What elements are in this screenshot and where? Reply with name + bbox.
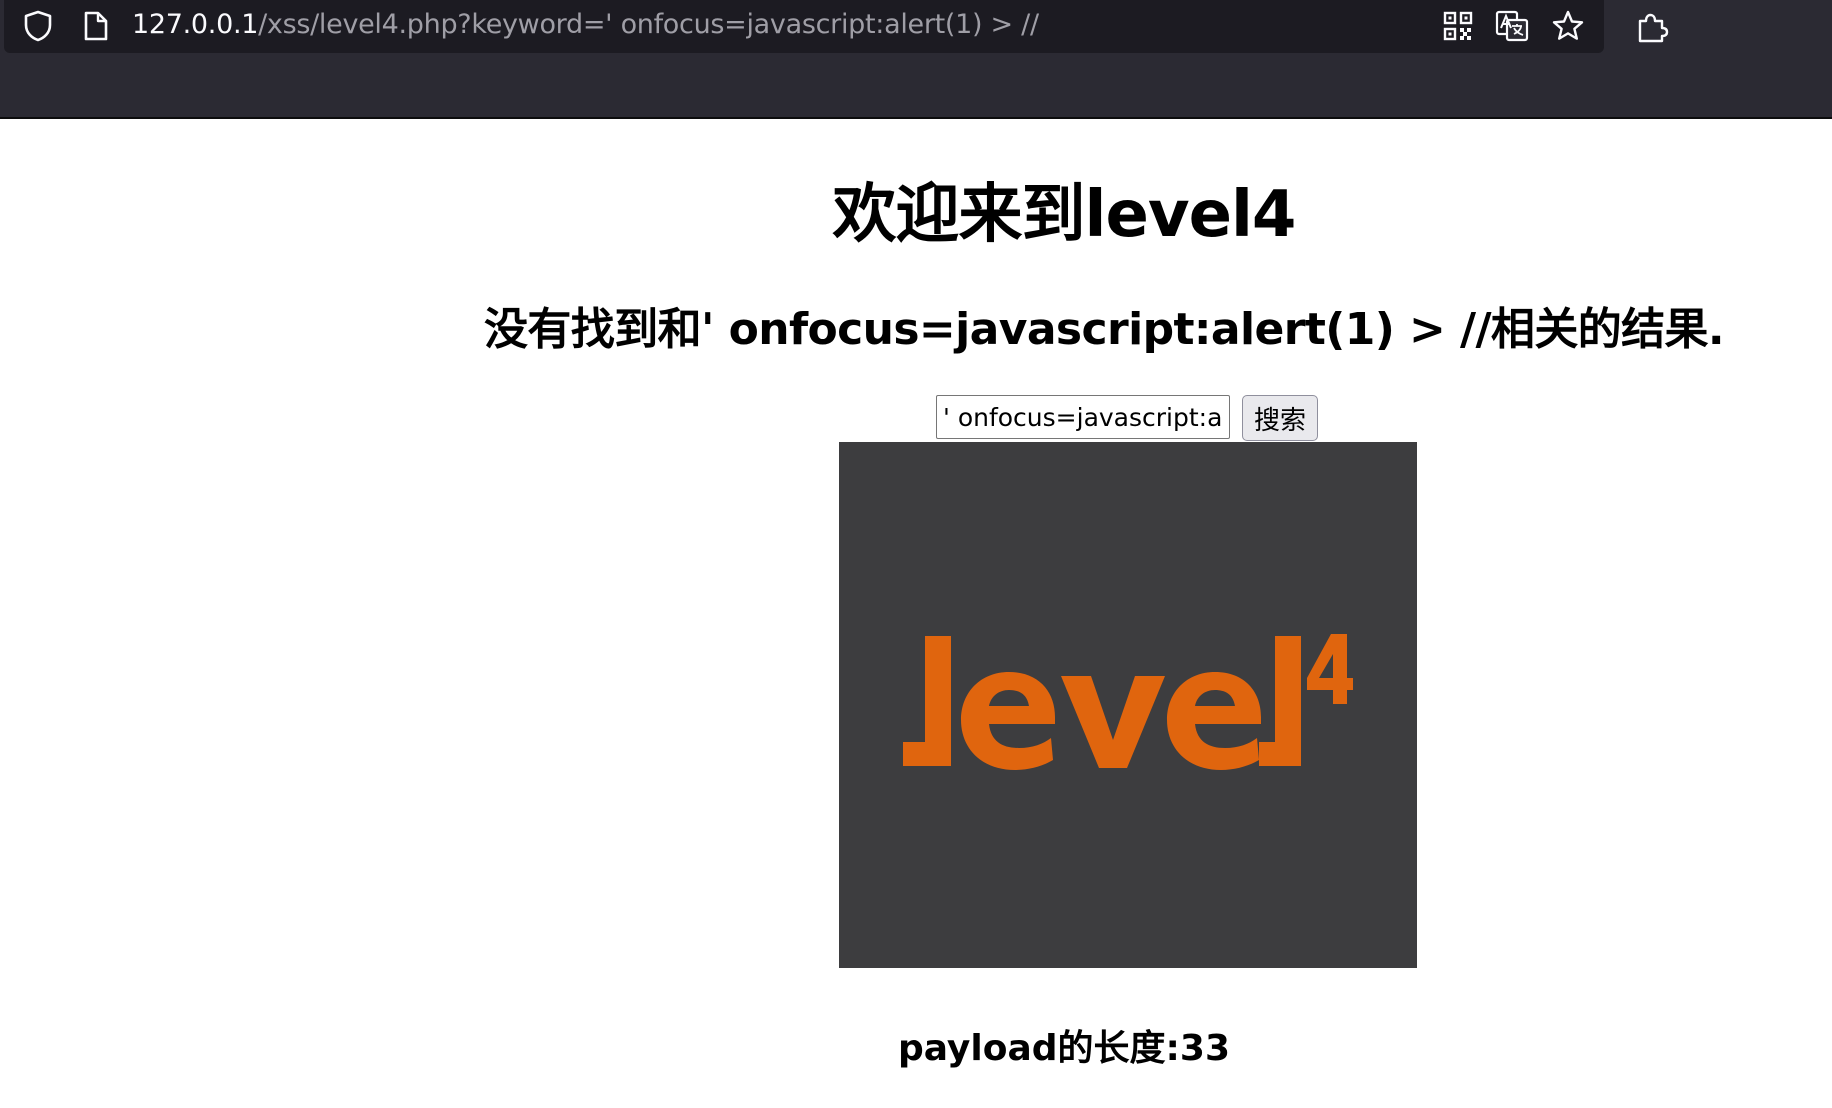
bookmark-star-icon[interactable]	[1549, 7, 1587, 45]
welcome-heading: 欢迎来到level4	[832, 178, 1297, 252]
url-path: /xss/level4.php?keyword=' onfocus=javasc…	[258, 9, 1039, 40]
address-bar[interactable]: 127.0.0.1/xss/level4.php?keyword=' onfoc…	[4, 0, 1604, 53]
search-button[interactable]: 搜索	[1242, 395, 1318, 441]
url-host: 127.0.0.1	[132, 9, 259, 40]
page-content: 欢迎来到level4 没有找到和' onfocus=javascript:ale…	[0, 121, 1832, 1108]
level-logo-image	[839, 442, 1417, 968]
shield-icon[interactable]	[20, 8, 56, 44]
translate-icon[interactable]	[1494, 8, 1530, 44]
page-icon[interactable]	[78, 8, 114, 44]
url-text[interactable]: 127.0.0.1/xss/level4.php?keyword=' onfoc…	[132, 5, 1039, 45]
result-heading: 没有找到和' onfocus=javascript:alert(1) > //相…	[484, 304, 1725, 355]
payload-length-text: payload的长度:33	[897, 1028, 1231, 1069]
level-logo-graphic	[839, 442, 1417, 968]
qr-code-icon[interactable]	[1440, 8, 1476, 44]
extensions-icon[interactable]	[1632, 5, 1672, 45]
keyword-input[interactable]	[936, 395, 1230, 439]
browser-toolbar: 127.0.0.1/xss/level4.php?keyword=' onfoc…	[0, 0, 1832, 119]
